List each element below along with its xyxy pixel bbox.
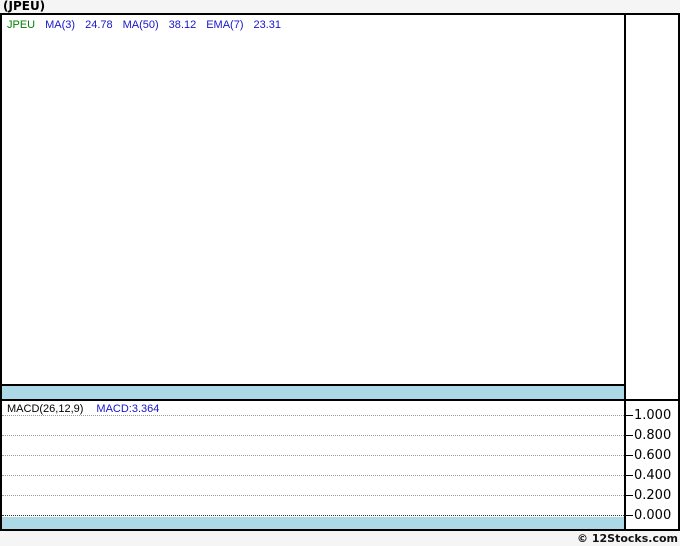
legend-indicator-label: MA(3) (45, 19, 76, 31)
tick-label: 0.000 (634, 507, 672, 523)
page-title: (JPEU) (3, 0, 46, 13)
tick-label: 0.600 (634, 447, 672, 463)
tick-mark-icon (626, 494, 633, 496)
price-xaxis-strip (2, 384, 624, 399)
macd-gridline-0400 (2, 475, 624, 476)
legend-indicator-ma3: MA(3) 24.78 (45, 19, 112, 31)
legend-symbol: JPEU (7, 19, 36, 31)
tick-label: 0.400 (634, 467, 672, 483)
macd-axis-tick: 0.600 (626, 447, 671, 463)
legend-indicator-ema7: EMA(7) 23.31 (206, 19, 281, 31)
macd-panel: MACD(26,12,9) MACD:3.364 (2, 399, 624, 529)
macd-axis-tick: 0.200 (626, 487, 671, 503)
legend-indicator-value: 23.31 (253, 19, 282, 31)
legend-indicator-label: EMA(7) (206, 19, 244, 31)
brand-copyright: © 12Stocks.com (577, 532, 678, 545)
macd-gridline-0200 (2, 495, 624, 496)
price-chart-panel: JPEU MA(3) 24.78 MA(50) 38.12 EMA(7) 23.… (2, 15, 624, 399)
macd-yaxis: 1.000 0.800 0.600 0.400 0.200 0.000 (624, 399, 678, 529)
tick-mark-icon (626, 474, 633, 476)
macd-gridline-0800 (2, 435, 624, 436)
tick-mark-icon (626, 514, 633, 516)
macd-axis-tick: 1.000 (626, 407, 671, 423)
price-yaxis-gutter (624, 15, 678, 399)
macd-axis-tick: 0.800 (626, 427, 671, 443)
tick-label: 1.000 (634, 407, 672, 423)
chart-frame: JPEU MA(3) 24.78 MA(50) 38.12 EMA(7) 23.… (0, 13, 680, 531)
legend-indicator-value: 24.78 (85, 19, 113, 31)
macd-axis-tick: 0.400 (626, 467, 671, 483)
legend-indicator-label: MA(50) (122, 19, 159, 31)
macd-xaxis-strip (2, 517, 624, 529)
macd-gridline-0600 (2, 455, 624, 456)
macd-legend: MACD(26,12,9) MACD:3.364 (7, 403, 159, 415)
macd-label: MACD(26,12,9) (7, 403, 84, 415)
tick-label: 0.800 (634, 427, 672, 443)
legend-indicator-ma50: MA(50) 38.12 (123, 19, 197, 31)
macd-gridline-zero (2, 515, 624, 516)
macd-gridline-1000 (2, 415, 624, 416)
tick-mark-icon (626, 434, 633, 436)
tick-label: 0.200 (634, 487, 672, 503)
tick-mark-icon (626, 414, 633, 416)
tick-mark-icon (626, 454, 633, 456)
macd-axis-tick: 0.000 (626, 507, 671, 523)
price-chart-legend: JPEU MA(3) 24.78 MA(50) 38.12 EMA(7) 23.… (7, 19, 281, 31)
macd-value: MACD:3.364 (96, 403, 160, 415)
legend-indicator-value: 38.12 (168, 19, 197, 31)
